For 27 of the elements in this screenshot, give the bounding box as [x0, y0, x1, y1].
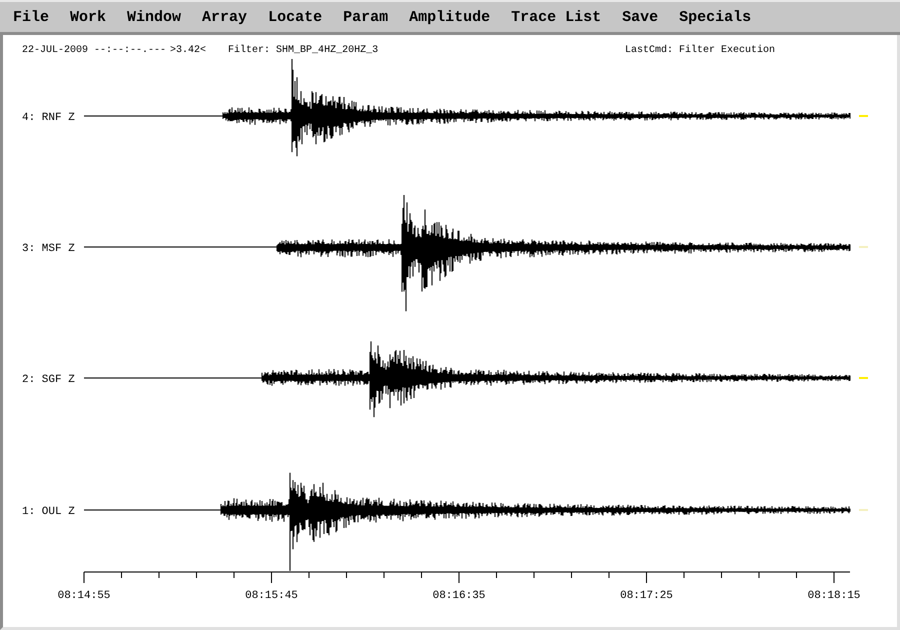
last-command-text: LastCmd: Filter Execution [624, 44, 775, 58]
tick-label: 08:14:55 [58, 590, 110, 602]
trace-label: 3: MSF Z [22, 243, 75, 255]
tick-label: 08:16:35 [432, 590, 486, 602]
menu-item[interactable]: Locate [261, 8, 336, 26]
trace-label: 1: OUL Z [22, 506, 75, 518]
date-time-text: 22-JUL-2009 --:--:--.--- [22, 44, 166, 58]
menu-item[interactable]: Window [120, 8, 196, 26]
trace-label: 2: SGF Z [22, 374, 75, 386]
menu-item[interactable]: Trace List [504, 8, 616, 26]
tick-label: 08:18:15 [808, 590, 860, 602]
marker-line [859, 115, 868, 117]
trace-label: 4: RNF Z [22, 112, 75, 124]
menu-item[interactable]: Work [63, 8, 120, 26]
tick-label: 08:15:45 [245, 590, 298, 602]
menu-item[interactable]: Array [195, 8, 262, 26]
marker-line [859, 246, 868, 248]
marker-line [859, 509, 868, 511]
menu-item[interactable]: Specials [672, 8, 766, 26]
menu-item[interactable]: Save [615, 8, 672, 26]
menu-item[interactable]: File [6, 8, 64, 26]
tick-label: 08:17:25 [620, 590, 673, 602]
filter-text: Filter: SHM_BP_4HZ_20HZ_3 [228, 44, 378, 58]
scale-text: >3.42< [169, 44, 206, 58]
marker-line [859, 377, 868, 379]
menu-item[interactable]: Amplitude [402, 8, 504, 26]
menu-item[interactable]: Param [336, 8, 402, 26]
